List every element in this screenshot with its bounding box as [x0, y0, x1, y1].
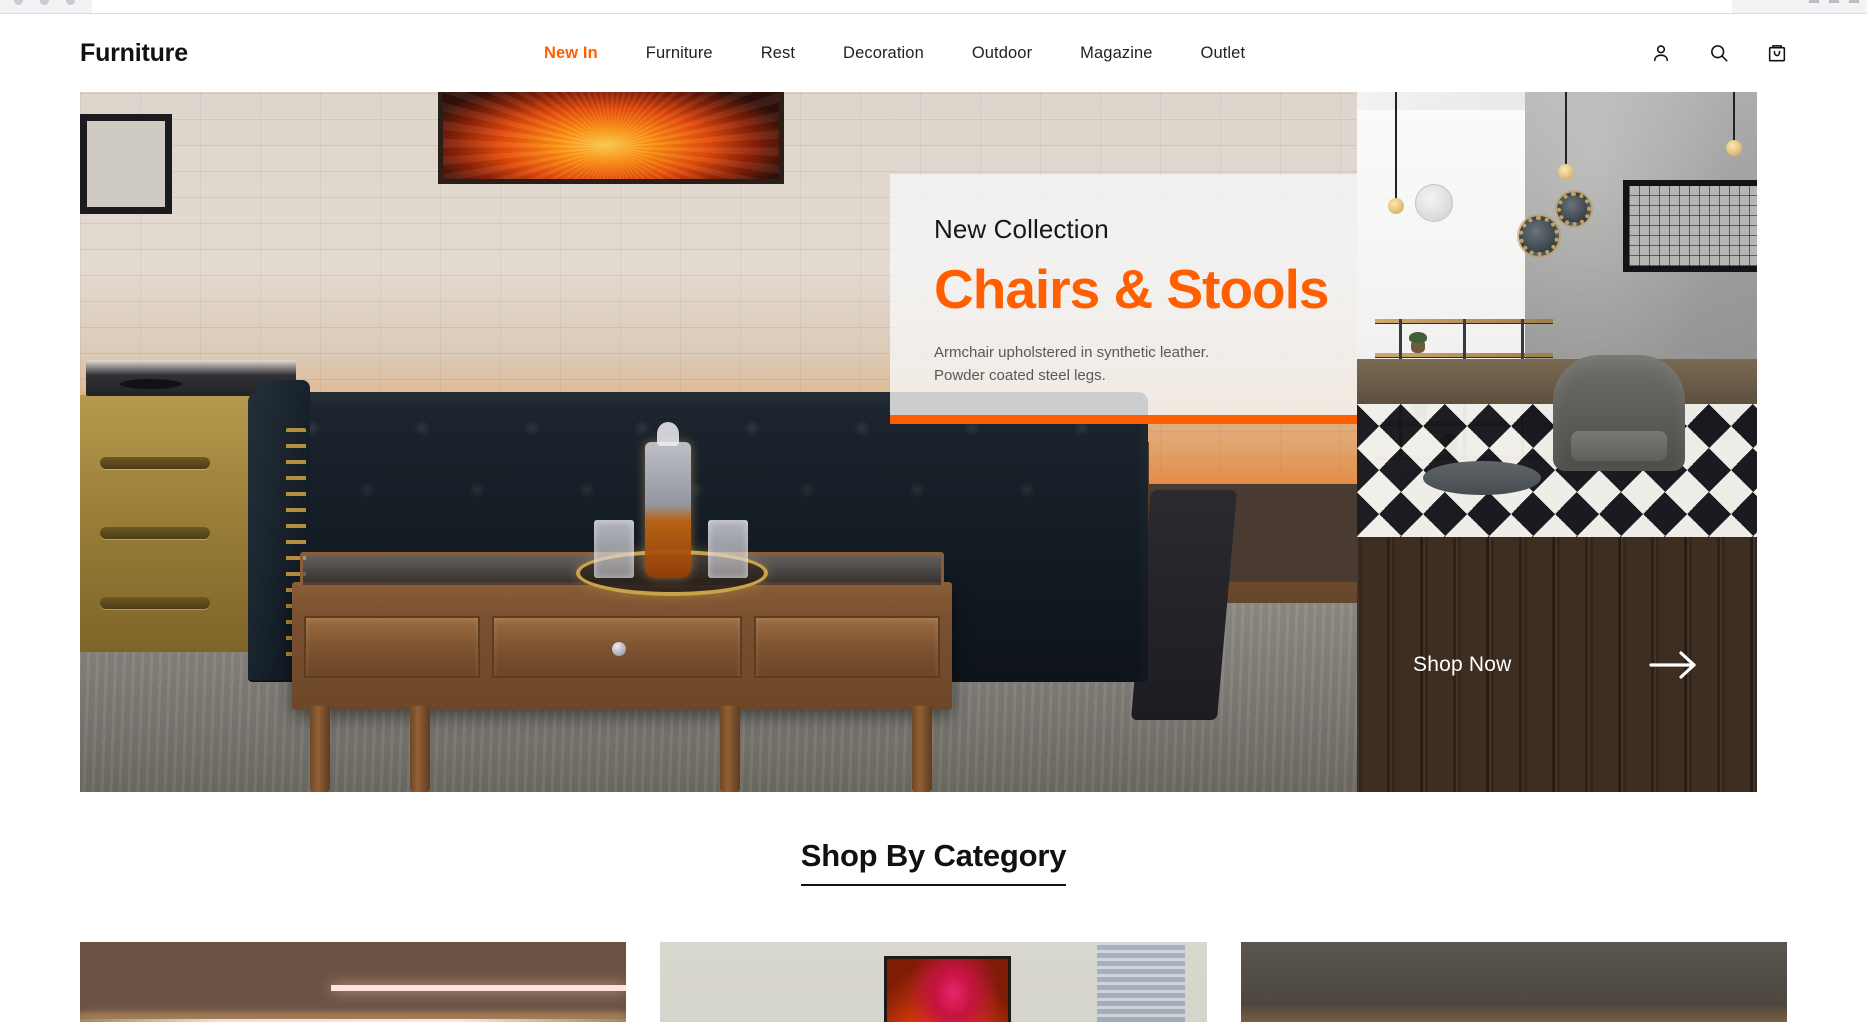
browser-tab[interactable] [92, 0, 1732, 13]
maximize-icon[interactable] [1829, 0, 1839, 3]
hero-table-leg [912, 706, 932, 792]
hero-picture-frame-left [80, 114, 172, 214]
header-icon-group [1649, 41, 1789, 65]
nav-item-outlet[interactable]: Outlet [1177, 44, 1270, 63]
category-card-decoration[interactable] [660, 942, 1207, 1022]
category-grid [80, 942, 1787, 1022]
shop-by-category-section: Shop By Category [0, 838, 1867, 1022]
hero-abstract-artwork [438, 92, 784, 184]
page-root: Furniture New In Furniture Rest Decorati… [0, 14, 1867, 1022]
hero-section: New Collection Chairs & Stools Armchair … [80, 92, 1787, 792]
shop-now-label: Shop Now [1413, 652, 1512, 676]
category-card-shelving[interactable] [80, 942, 627, 1022]
hero-main-image: New Collection Chairs & Stools Armchair … [80, 92, 1357, 792]
round-mirror-small [1519, 216, 1559, 256]
round-mirror-large [1557, 192, 1591, 226]
search-icon[interactable] [1707, 41, 1731, 65]
hero-table-leg [410, 706, 430, 792]
pendant-lamp [1558, 92, 1574, 180]
site-header: Furniture New In Furniture Rest Decorati… [0, 14, 1867, 92]
hero-description-line-1: Armchair upholstered in synthetic leathe… [934, 343, 1210, 361]
window-controls [1809, 0, 1859, 3]
nav-item-rest[interactable]: Rest [737, 44, 819, 63]
hero-whiskey-decanter [645, 422, 691, 578]
nav-item-furniture[interactable]: Furniture [622, 44, 737, 63]
category-card-outdoor[interactable] [1240, 942, 1787, 1022]
nav-item-magazine[interactable]: Magazine [1056, 44, 1176, 63]
grid-wall-art [1623, 180, 1757, 272]
hero-glass-tumbler [708, 520, 748, 578]
account-icon[interactable] [1649, 41, 1673, 65]
cart-icon[interactable] [1765, 41, 1789, 65]
hero-side-column: Shop Now [1357, 92, 1757, 792]
hero-table-leg [310, 706, 330, 792]
minimize-icon[interactable] [1809, 0, 1819, 3]
hero-coffee-table [292, 552, 952, 710]
gray-armchair [1553, 355, 1685, 471]
wall-clock-icon [1415, 184, 1453, 222]
hero-eyebrow: New Collection [934, 214, 1109, 244]
hero-side-interior-image [1357, 92, 1757, 537]
nav-item-decoration[interactable]: Decoration [819, 44, 948, 63]
hero-text-panel: New Collection Chairs & Stools Armchair … [890, 174, 1357, 425]
arrow-right-icon [1647, 648, 1701, 682]
hero-headline: Chairs & Stools [934, 258, 1330, 320]
main-navigation: New In Furniture Rest Decoration Outdoor… [520, 44, 1269, 63]
pendant-lamp [1388, 92, 1404, 214]
browser-forward-button[interactable] [40, 0, 49, 5]
round-coffee-table [1423, 461, 1541, 495]
hero-accent-bar [890, 415, 1357, 425]
hero-description: Armchair upholstered in synthetic leathe… [934, 341, 1357, 388]
section-title: Shop By Category [800, 838, 1066, 886]
nav-item-new-in[interactable]: New In [520, 44, 622, 63]
nav-item-outdoor[interactable]: Outdoor [948, 44, 1056, 63]
pendant-lamp [1726, 92, 1742, 156]
hero-description-line-2: Powder coated steel legs. [934, 367, 1106, 384]
browser-chrome: furniture-store-template.example/new-in/… [0, 0, 1867, 14]
browser-reload-button[interactable] [66, 0, 75, 5]
browser-back-button[interactable] [14, 0, 23, 5]
shop-now-banner[interactable]: Shop Now [1357, 537, 1757, 792]
hero-glass-tumbler [594, 520, 634, 578]
site-logo[interactable]: Furniture [80, 39, 188, 68]
hero-table-leg [720, 706, 740, 792]
close-icon[interactable] [1849, 0, 1859, 3]
